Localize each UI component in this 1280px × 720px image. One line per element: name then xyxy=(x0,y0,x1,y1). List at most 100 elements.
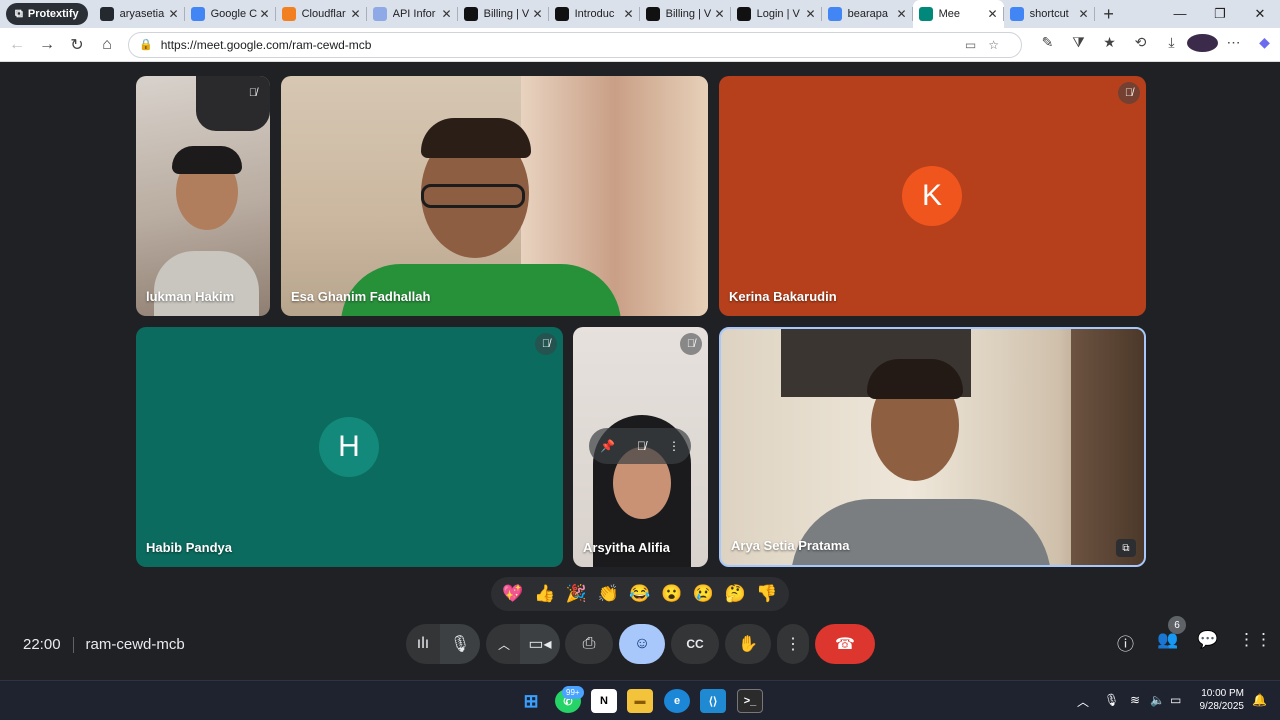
address-field[interactable]: 🔒 https://meet.google.com/ram-cewd-mcb ▭… xyxy=(128,31,1022,58)
browser-tab[interactable]: Google C ✕ xyxy=(185,0,276,28)
camera-icon: ▭◂ xyxy=(528,636,552,653)
reaction-emoji[interactable]: 👍 xyxy=(534,584,555,604)
camera-in-use-icon[interactable]: ▭ xyxy=(965,38,988,52)
participant-tile[interactable]: Esa Ghanim Fadhallah xyxy=(281,76,708,316)
participant-tile[interactable]: 🎙̸ H Habib Pandya xyxy=(136,327,563,567)
participant-tile[interactable]: ⧉ Arya Setia Pratama xyxy=(719,327,1146,567)
leave-call-button[interactable]: ☎ xyxy=(815,624,875,664)
microphone-icon[interactable]: 🎙 xyxy=(1104,693,1119,707)
volume-icon[interactable]: 🔈 xyxy=(1150,693,1165,707)
browser-tab[interactable]: Cloudflar ✕ xyxy=(276,0,367,28)
reaction-emoji[interactable]: 😂 xyxy=(629,584,650,604)
camera-options-button[interactable]: ︿ xyxy=(486,624,522,664)
reload-button[interactable]: ↻ xyxy=(62,35,92,55)
participant-tile[interactable]: 🎙̸ lukman Hakim xyxy=(136,76,270,316)
browser-tab[interactable]: Billing | V ✕ xyxy=(640,0,731,28)
present-screen-icon: ⎙ xyxy=(582,635,596,652)
extension-icon[interactable]: ✎ xyxy=(1032,34,1063,55)
present-screen-button[interactable]: ⎙ xyxy=(565,624,613,664)
pin-icon[interactable]: 📌 xyxy=(600,439,615,453)
camera-button[interactable]: ▭◂ xyxy=(520,624,560,664)
system-clock[interactable]: 10:00 PM 9/28/2025 xyxy=(1192,687,1245,713)
profile-avatar[interactable] xyxy=(1187,34,1218,55)
reaction-emoji[interactable]: 👏 xyxy=(598,584,619,604)
copilot-icon[interactable]: ◆ xyxy=(1249,34,1280,55)
more-menu-icon[interactable]: ⋯ xyxy=(1218,34,1249,55)
participant-tile[interactable]: 🎙̸ K Kerina Bakarudin xyxy=(719,76,1146,316)
audio-level-button[interactable]: ılı xyxy=(406,624,440,664)
battery-icon[interactable]: ▭ xyxy=(1170,693,1181,707)
reaction-emoji[interactable]: 🤔 xyxy=(725,584,746,604)
close-tab-icon[interactable]: ✕ xyxy=(533,7,543,21)
browser-tab[interactable]: shortcut ✕ xyxy=(1004,0,1095,28)
chat-icon[interactable]: 💬 xyxy=(1197,630,1218,650)
close-tab-icon[interactable]: ✕ xyxy=(806,7,816,21)
history-icon[interactable]: ⟲ xyxy=(1125,34,1156,55)
reactions-button[interactable]: ☺ xyxy=(619,624,665,664)
wifi-icon[interactable]: ≋ xyxy=(1130,693,1140,707)
browser-tab[interactable]: Billing | V ✕ xyxy=(458,0,549,28)
close-tab-icon[interactable]: ✕ xyxy=(260,7,270,21)
terminal-icon[interactable]: >_ xyxy=(737,689,763,713)
back-button[interactable]: ← xyxy=(2,36,32,54)
forward-button[interactable]: → xyxy=(32,36,62,54)
file-explorer-icon[interactable]: ▬ xyxy=(627,689,653,713)
favorite-star-icon[interactable]: ☆ xyxy=(988,38,1011,52)
close-tab-icon[interactable]: ✕ xyxy=(1079,7,1089,21)
windows-start-icon[interactable]: ⊞ xyxy=(518,689,544,713)
new-tab-button[interactable]: + xyxy=(1095,4,1123,25)
extensions-puzzle-icon[interactable]: ⧩ xyxy=(1063,34,1094,55)
reaction-emoji[interactable]: 😢 xyxy=(693,584,714,604)
browser-tab[interactable]: aryasetia ✕ xyxy=(94,0,185,28)
edge-icon[interactable]: e xyxy=(664,689,690,713)
close-tab-icon[interactable]: ✕ xyxy=(169,7,179,21)
notifications-icon[interactable]: 🔔 xyxy=(1252,693,1267,707)
browser-tab[interactable]: bearapa ✕ xyxy=(822,0,913,28)
close-window-button[interactable]: ✕ xyxy=(1240,6,1280,22)
muted-mic-icon[interactable]: 🎙̸ xyxy=(637,439,646,453)
reaction-emoji[interactable]: 🎉 xyxy=(566,584,587,604)
google-icon xyxy=(1009,7,1024,21)
browser-tab[interactable]: Introduc ✕ xyxy=(549,0,640,28)
site-info-icon[interactable]: 🔒 xyxy=(139,38,153,51)
maximize-button[interactable]: ❐ xyxy=(1200,6,1240,22)
vscode-icon[interactable]: ⟨⟩ xyxy=(700,689,726,713)
wordpress-icon xyxy=(736,7,751,21)
participant-name: Arya Setia Pratama xyxy=(731,538,850,553)
address-toolbar: ← → ↻ ⌂ 🔒 https://meet.google.com/ram-ce… xyxy=(0,28,1280,62)
microphone-button[interactable]: 🎙 xyxy=(440,624,480,664)
tab-title: Billing | V xyxy=(665,8,712,20)
taskbar: ⊞ ✆ 99+ N ▬ e ⟨⟩ >_ ︿ 🎙 ≋ 🔈 ▭ 10:00 PM 9… xyxy=(0,680,1280,720)
browser-tab[interactable]: Login | V ✕ xyxy=(731,0,822,28)
meeting-details-icon[interactable]: ⓘ xyxy=(1117,630,1134,655)
favorites-icon[interactable]: ★ xyxy=(1094,34,1125,55)
minimize-button[interactable]: — xyxy=(1160,6,1200,22)
notion-icon[interactable]: N xyxy=(591,689,617,713)
more-options-icon[interactable]: ⋮ xyxy=(668,439,680,453)
close-tab-icon[interactable]: ✕ xyxy=(351,7,361,21)
close-tab-icon[interactable]: ✕ xyxy=(897,7,907,21)
more-vertical-icon: ⋮ xyxy=(785,636,801,653)
captions-button[interactable]: CC xyxy=(671,624,719,664)
participant-avatar: K xyxy=(902,166,962,226)
close-tab-icon[interactable]: ✕ xyxy=(442,7,452,21)
picture-in-picture-icon[interactable]: ⧉ xyxy=(1116,539,1136,557)
participant-tile[interactable]: 📌 🎙̸ ⋮ 🎙̸ Arsyitha Alifia xyxy=(573,327,708,567)
more-options-button[interactable]: ⋮ xyxy=(777,624,809,664)
close-tab-icon[interactable]: ✕ xyxy=(624,7,634,21)
reaction-emoji[interactable]: 👎 xyxy=(756,584,777,604)
close-tab-icon[interactable]: ✕ xyxy=(988,7,998,21)
reaction-emoji[interactable]: 😮 xyxy=(661,584,682,604)
close-tab-icon[interactable]: ✕ xyxy=(715,7,725,21)
downloads-icon[interactable]: ⤓ xyxy=(1156,34,1187,55)
reaction-emoji[interactable]: 💖 xyxy=(502,584,523,604)
chevron-up-icon[interactable]: ︿ xyxy=(1077,693,1089,710)
activities-icon[interactable]: ⋮⋮ xyxy=(1238,630,1272,650)
profile-button[interactable]: ⧉ Protextify xyxy=(6,3,88,25)
people-count-badge: 6 xyxy=(1168,616,1186,634)
browser-tab[interactable]: Mee ✕ xyxy=(912,0,1004,28)
raise-hand-button[interactable]: ✋ xyxy=(725,624,771,664)
captions-icon: CC xyxy=(686,637,704,651)
browser-tab[interactable]: API Infor ✕ xyxy=(367,0,458,28)
home-button[interactable]: ⌂ xyxy=(92,36,122,54)
